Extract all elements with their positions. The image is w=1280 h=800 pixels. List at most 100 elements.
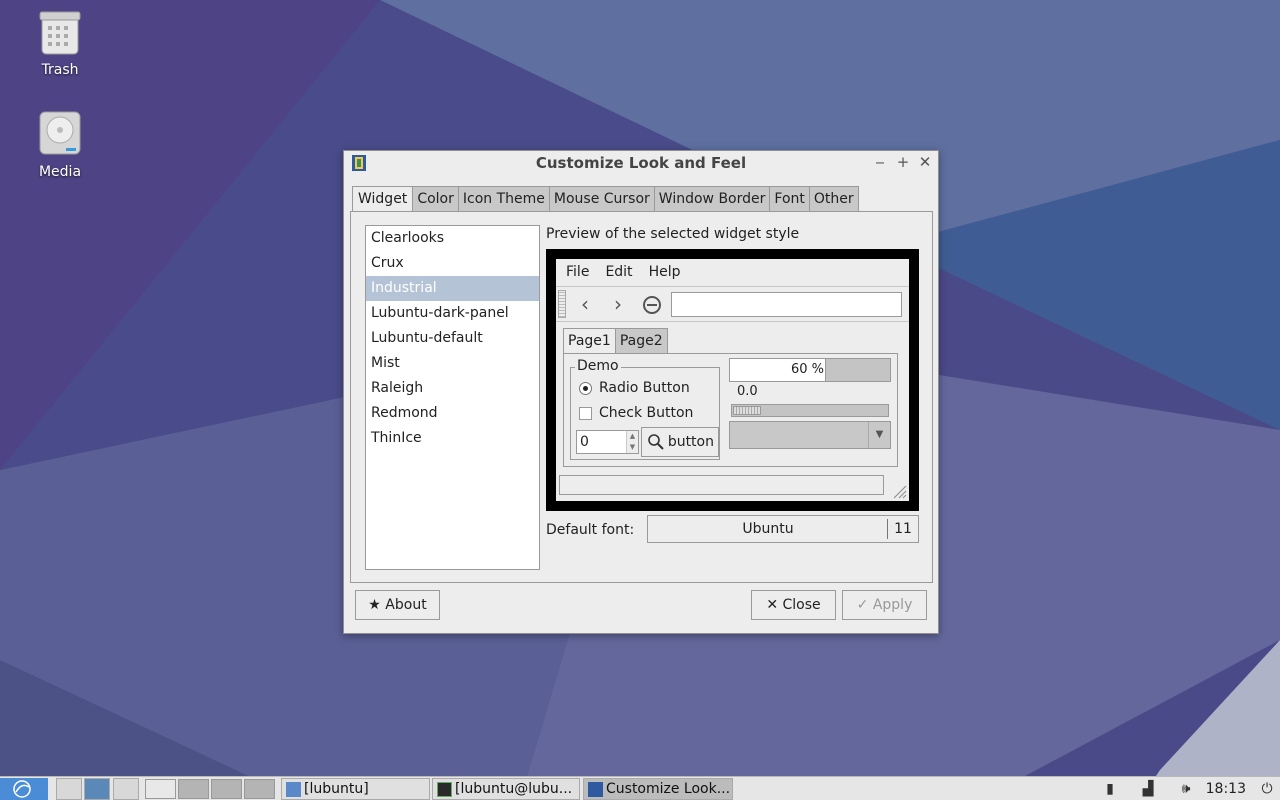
widget-tab-panel: Clearlooks Crux Industrial Lubuntu-dark-… (350, 211, 933, 583)
close-x-icon: ✕ (766, 597, 779, 613)
lubuntu-logo-icon (13, 780, 31, 798)
spin-arrows-icon[interactable]: ▲ ▼ (626, 431, 638, 453)
forward-arrow-icon[interactable]: › (606, 293, 630, 317)
menu-file[interactable]: File (560, 259, 595, 285)
titlebar[interactable]: Customize Look and Feel ‒ + ✕ (344, 151, 938, 175)
task-button-customize[interactable]: Customize Look... (583, 778, 733, 800)
scale-value: 0.0 (737, 384, 758, 399)
list-item[interactable]: Clearlooks (366, 226, 539, 251)
tab-bar: Widget Color Icon Theme Mouse Cursor Win… (352, 186, 859, 213)
app-icon (588, 782, 603, 797)
task-button-lubuntu[interactable]: [lubuntu] (281, 778, 430, 800)
desktop-icon-trash[interactable]: Trash (20, 8, 100, 78)
list-item[interactable]: Lubuntu-default (366, 326, 539, 351)
start-menu-button[interactable] (0, 778, 48, 800)
list-item[interactable]: ThinIce (366, 426, 539, 451)
battery-icon[interactable]: ▮ (1099, 778, 1121, 800)
list-item[interactable]: Crux (366, 251, 539, 276)
desktop-icon-media[interactable]: Media (20, 110, 100, 180)
folder-icon (286, 782, 301, 797)
trash-icon (39, 11, 81, 55)
preview-notebook: Demo Radio Button Check Button 0 ▲ ▼ but… (563, 353, 898, 467)
checkbox-indicator (579, 406, 592, 420)
check-label: Check Button (599, 405, 694, 421)
scale-slider[interactable] (731, 404, 889, 417)
menu-help[interactable]: Help (643, 259, 687, 285)
demo-legend: Demo (575, 358, 621, 374)
tab-page2[interactable]: Page2 (614, 328, 668, 354)
terminal-icon (437, 782, 452, 797)
font-chooser-button[interactable]: Ubuntu 11 (647, 515, 919, 543)
workspace-4[interactable] (244, 779, 275, 799)
preview-window: File Edit Help ‹ › Page1 Page2 Demo Radi… (556, 259, 909, 501)
show-desktop-icon[interactable] (113, 778, 139, 800)
customize-look-and-feel-dialog: Customize Look and Feel ‒ + ✕ Widget Col… (343, 150, 939, 634)
maximize-icon[interactable]: + (894, 153, 912, 171)
workspace-2[interactable] (178, 779, 209, 799)
demo-frame: Demo Radio Button Check Button 0 ▲ ▼ but… (570, 358, 720, 460)
toolbar-grip[interactable] (558, 290, 566, 318)
task-label: Customize Look... (606, 781, 731, 797)
workspace-1[interactable] (145, 779, 176, 799)
drive-icon (39, 111, 81, 155)
progress-text: 60 % (790, 362, 824, 377)
radio-button[interactable]: Radio Button (579, 380, 690, 396)
tab-mouse-cursor[interactable]: Mouse Cursor (548, 186, 654, 212)
about-button[interactable]: ★ About (355, 590, 440, 620)
preview-tabs: Page1 Page2 (563, 328, 668, 354)
list-item[interactable]: Lubuntu-dark-panel (366, 301, 539, 326)
close-button[interactable]: ✕ Close (751, 590, 836, 620)
list-item[interactable]: Redmond (366, 401, 539, 426)
preview-label: Preview of the selected widget style (546, 226, 800, 242)
star-icon: ★ (368, 597, 381, 613)
resize-grip-icon[interactable] (891, 483, 907, 499)
apply-button[interactable]: ✓ Apply (842, 590, 927, 620)
demo-button-label: button (667, 434, 714, 450)
tab-page1[interactable]: Page1 (563, 328, 615, 354)
spin-value: 0 (580, 434, 589, 450)
preview-statusbar (559, 475, 884, 495)
radio-indicator (579, 381, 592, 395)
file-manager-icon[interactable] (56, 778, 82, 800)
menu-edit[interactable]: Edit (599, 259, 638, 285)
tab-widget[interactable]: Widget (352, 186, 413, 213)
tab-color[interactable]: Color (412, 186, 458, 212)
combo-box[interactable]: ▼ (729, 421, 891, 449)
task-label: [lubuntu] (304, 781, 369, 797)
toolbar-entry[interactable] (671, 292, 902, 317)
task-button-terminal[interactable]: [lubuntu@lubu... (432, 778, 580, 800)
list-item[interactable]: Raleigh (366, 376, 539, 401)
about-label: About (385, 597, 427, 613)
demo-button[interactable]: button (641, 427, 719, 457)
spin-button[interactable]: 0 ▲ ▼ (576, 430, 639, 454)
tab-font[interactable]: Font (769, 186, 809, 212)
power-icon[interactable]: ⏻ (1256, 778, 1278, 800)
default-font-label: Default font: (546, 522, 635, 538)
workspace-3[interactable] (211, 779, 242, 799)
network-icon[interactable]: ▟ (1137, 778, 1159, 800)
web-browser-icon[interactable] (84, 778, 110, 800)
task-label: [lubuntu@lubu... (455, 781, 573, 797)
slider-handle[interactable] (733, 406, 761, 415)
list-item[interactable]: Mist (366, 351, 539, 376)
progress-bar: 60 % (729, 358, 891, 382)
theme-list[interactable]: Clearlooks Crux Industrial Lubuntu-dark-… (365, 225, 540, 570)
check-button[interactable]: Check Button (579, 405, 693, 421)
clock[interactable]: 18:13 (1206, 778, 1246, 800)
minimize-icon[interactable]: ‒ (871, 153, 889, 171)
font-size: 11 (887, 519, 918, 539)
tab-window-border[interactable]: Window Border (653, 186, 770, 212)
apply-label: Apply (872, 597, 913, 613)
back-arrow-icon[interactable]: ‹ (573, 293, 597, 317)
close-icon[interactable]: ✕ (916, 153, 934, 171)
taskbar: [lubuntu] [lubuntu@lubu... Customize Loo… (0, 776, 1280, 800)
volume-icon[interactable]: 🕪 (1175, 778, 1197, 800)
window-title: Customize Look and Feel (535, 154, 747, 172)
list-item-selected[interactable]: Industrial (366, 276, 539, 301)
tab-icon-theme[interactable]: Icon Theme (457, 186, 549, 212)
tab-other[interactable]: Other (808, 186, 859, 212)
stop-icon[interactable] (640, 293, 664, 317)
chevron-down-icon[interactable]: ▼ (868, 422, 890, 448)
checkmark-icon: ✓ (856, 597, 869, 613)
font-name: Ubuntu (742, 521, 794, 537)
